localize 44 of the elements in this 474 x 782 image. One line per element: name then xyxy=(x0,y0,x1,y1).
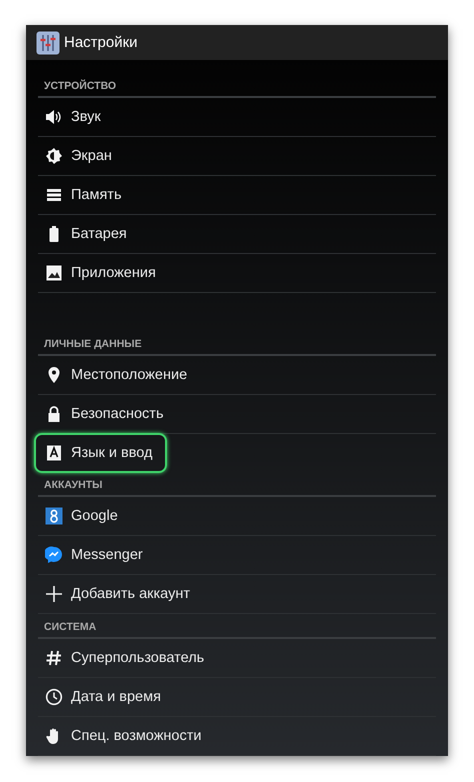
settings-item[interactable]: Местоположение xyxy=(38,356,436,394)
letter-icon xyxy=(45,444,63,462)
clock-icon xyxy=(45,688,63,706)
settings-item[interactable]: Язык и ввод xyxy=(34,433,166,473)
settings-item[interactable]: Звук xyxy=(38,98,436,136)
plus-icon xyxy=(45,585,63,603)
settings-item[interactable]: Добавить аккаунт xyxy=(38,575,436,613)
settings-item[interactable]: Экран xyxy=(38,137,436,175)
settings-app-icon xyxy=(36,30,60,54)
chat-bubble-icon xyxy=(45,546,63,564)
section-header: СИСТЕМА xyxy=(38,614,436,639)
item-label: Батарея xyxy=(71,226,127,242)
section-header: ЛИЧНЫЕ ДАННЫЕ xyxy=(38,293,436,356)
speaker-icon xyxy=(45,108,63,126)
settings-item[interactable]: Память xyxy=(38,176,436,214)
item-label: Безопасность xyxy=(71,406,164,422)
settings-item[interactable]: Батарея xyxy=(38,215,436,253)
settings-item[interactable]: Приложения xyxy=(38,254,436,292)
item-label: Добавить аккаунт xyxy=(71,586,190,602)
brightness-icon xyxy=(45,147,63,165)
item-label: Дата и время xyxy=(71,689,161,705)
item-label: Messenger xyxy=(71,547,143,563)
item-label: Google xyxy=(71,508,118,524)
settings-item[interactable]: Безопасность xyxy=(38,395,436,433)
item-label: Экран xyxy=(71,148,112,164)
window-title: Настройки xyxy=(64,34,138,51)
hash-icon xyxy=(45,649,63,667)
item-label: Местоположение xyxy=(71,367,188,383)
settings-item[interactable]: Messenger xyxy=(38,536,436,574)
logo-icon xyxy=(45,507,63,525)
settings-item[interactable]: Google xyxy=(38,497,436,535)
item-label: Память xyxy=(71,187,122,203)
apps-icon xyxy=(45,264,63,282)
settings-item[interactable]: Дата и время xyxy=(38,678,436,716)
item-label: Суперпользователь xyxy=(71,650,204,666)
settings-item[interactable]: Суперпользователь xyxy=(38,639,436,677)
item-label: Язык и ввод xyxy=(71,445,152,461)
section-header: УСТРОЙСТВО xyxy=(38,60,436,98)
storage-icon xyxy=(45,186,63,204)
section-header: АККАУНТЫ xyxy=(38,473,436,497)
settings-item[interactable]: Спец. возможности xyxy=(38,717,436,755)
item-label: Спец. возможности xyxy=(71,728,202,744)
item-label: Звук xyxy=(71,109,101,125)
item-label: Приложения xyxy=(71,265,156,281)
